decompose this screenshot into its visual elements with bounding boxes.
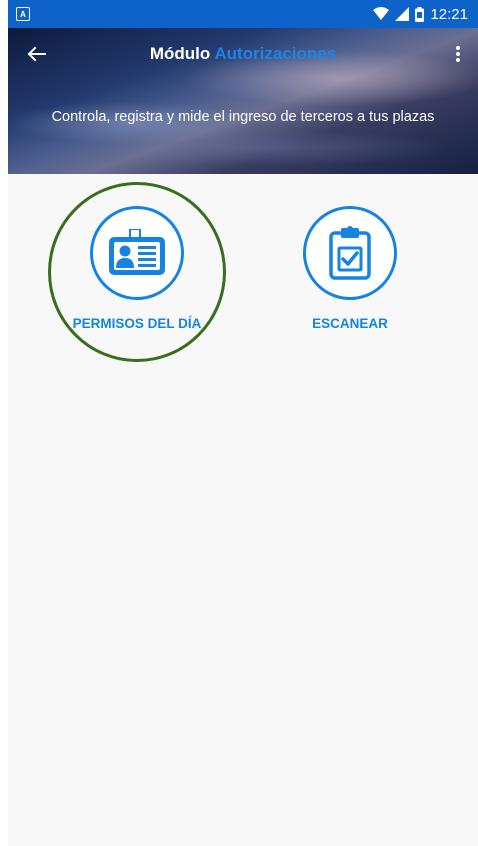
tile-icon-circle xyxy=(303,206,397,300)
status-bar: A 12:21 xyxy=(8,0,478,28)
status-time: 12:21 xyxy=(430,5,468,23)
more-vert-icon xyxy=(456,46,460,62)
signal-icon xyxy=(395,7,410,21)
title-accent: Autorizaciones xyxy=(214,44,337,63)
tile-permisos-del-dia[interactable]: PERMISOS DEL DÍA xyxy=(62,206,212,332)
page-title: Módulo Autorizaciones xyxy=(8,44,478,64)
overflow-menu-button[interactable] xyxy=(446,40,470,68)
clipboard-check-icon xyxy=(329,226,371,280)
title-main: Módulo xyxy=(149,44,211,63)
header: Módulo Autorizaciones Controla, registra… xyxy=(8,28,478,174)
a-icon: A xyxy=(16,7,30,21)
id-card-icon xyxy=(109,229,165,275)
tile-label: PERMISOS DEL DÍA xyxy=(72,316,202,331)
tile-label: ESCANEAR xyxy=(312,316,388,331)
battery-icon xyxy=(415,6,425,22)
tile-icon-circle xyxy=(90,206,184,300)
main-content: PERMISOS DEL DÍA ESCANEAR xyxy=(8,174,478,846)
tile-escanear[interactable]: ESCANEAR xyxy=(275,206,425,332)
header-subtitle: Controla, registra y mide el ingreso de … xyxy=(51,109,435,125)
wifi-icon xyxy=(373,7,390,20)
